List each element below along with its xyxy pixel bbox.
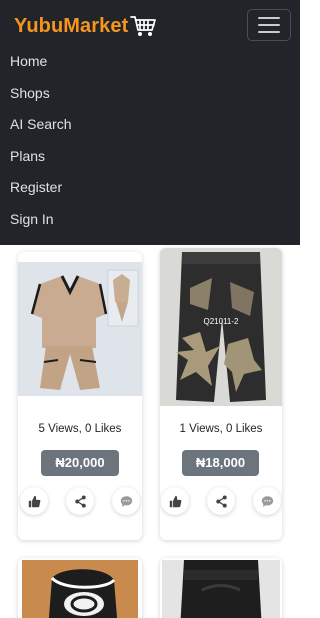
thumbs-up-icon xyxy=(169,495,181,507)
share-icon xyxy=(215,494,227,508)
product-stats: 5 Views, 0 Likes xyxy=(38,423,122,435)
comment-icon xyxy=(120,495,132,507)
product-card[interactable]: Q21011-2 1 Views, 0 Likes ₦18,000 xyxy=(160,248,282,540)
brand-logo[interactable]: YubuMarket xyxy=(14,12,157,40)
navbar: YubuMarket Home Shops AI Search Plans Re… xyxy=(0,0,300,245)
hamburger-icon xyxy=(258,17,280,19)
nav-item-register[interactable]: Register xyxy=(10,176,71,208)
like-button[interactable] xyxy=(20,487,48,515)
product-card[interactable]: 5 Views, 0 Likes ₦20,000 xyxy=(18,252,142,540)
thumbs-up-icon xyxy=(28,495,40,507)
product-card[interactable] xyxy=(18,558,142,618)
comment-icon xyxy=(261,495,273,507)
price-badge: ₦18,000 xyxy=(182,450,259,476)
hamburger-icon xyxy=(258,31,280,33)
product-image[interactable] xyxy=(18,262,142,396)
nav-menu: Home Shops AI Search Plans Register Sign… xyxy=(10,50,71,240)
nav-item-sign-in[interactable]: Sign In xyxy=(10,208,71,240)
like-button[interactable] xyxy=(161,487,189,515)
price-badge: ₦20,000 xyxy=(41,450,119,476)
nav-item-home[interactable]: Home xyxy=(10,50,71,82)
nav-item-ai-search[interactable]: AI Search xyxy=(10,113,71,145)
hamburger-icon xyxy=(258,24,280,26)
product-stats: 1 Views, 0 Likes xyxy=(179,423,263,435)
comment-button[interactable] xyxy=(112,487,140,515)
share-button[interactable] xyxy=(66,487,94,515)
product-image[interactable] xyxy=(22,560,138,618)
shopping-cart-icon xyxy=(130,16,157,36)
comment-button[interactable] xyxy=(253,487,281,515)
share-button[interactable] xyxy=(207,487,235,515)
product-image[interactable]: Q21011-2 xyxy=(160,248,282,406)
product-card[interactable] xyxy=(160,558,282,618)
nav-item-plans[interactable]: Plans xyxy=(10,145,71,177)
share-icon xyxy=(74,494,86,508)
menu-toggle-button[interactable] xyxy=(247,9,291,41)
product-image[interactable] xyxy=(162,560,280,618)
brand-name: YubuMarket xyxy=(14,14,129,37)
product-image-label: Q21011-2 xyxy=(204,317,240,326)
nav-item-shops[interactable]: Shops xyxy=(10,82,71,114)
